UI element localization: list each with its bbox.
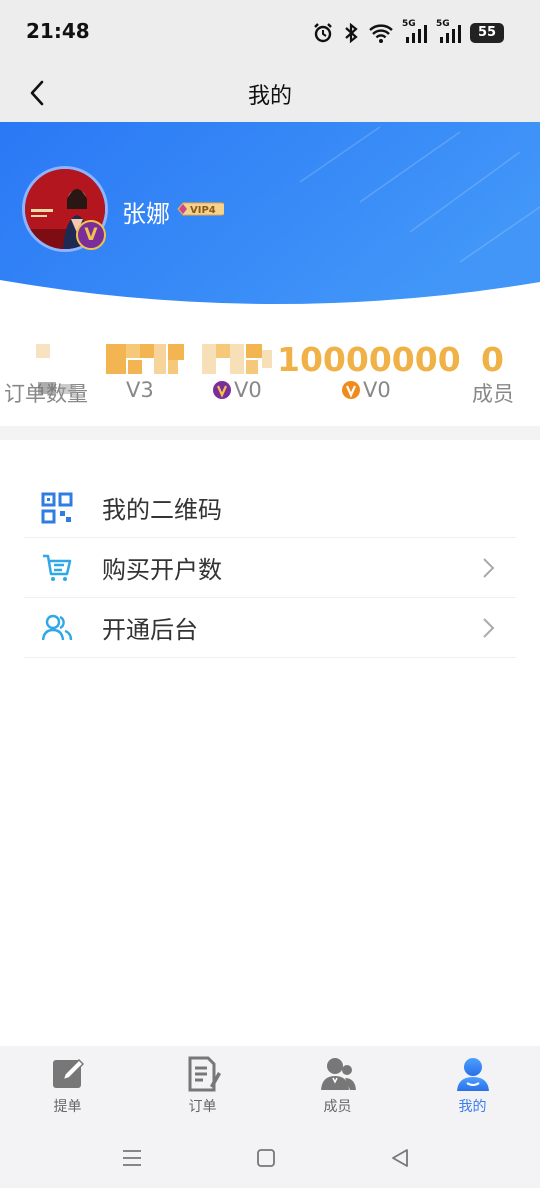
stats-row: 订单数量 V3 V0 10000000 V0 0 成员 bbox=[0, 330, 540, 422]
stat-label: V0 bbox=[341, 378, 391, 402]
document-icon bbox=[188, 1056, 221, 1092]
square-icon bbox=[257, 1149, 275, 1167]
tab-label: 提单 bbox=[53, 1099, 82, 1115]
menu-item-label: 开通后台 bbox=[102, 616, 198, 644]
edit-icon bbox=[52, 1058, 84, 1088]
tab-members[interactable]: 成员 bbox=[270, 1046, 405, 1126]
nav-bar: 我的 bbox=[0, 64, 540, 122]
tab-label: 我的 bbox=[458, 1099, 487, 1115]
menu-lines-icon bbox=[123, 1150, 141, 1166]
menu-item-label: 购买开户数 bbox=[102, 556, 222, 584]
signal-icon: 5G bbox=[402, 19, 428, 45]
tab-bar: 提单 订单 成员 我的 bbox=[0, 1046, 540, 1126]
redacted-value bbox=[106, 344, 186, 374]
tab-mine[interactable]: 我的 bbox=[405, 1046, 540, 1126]
signal-icon-2: 5G bbox=[436, 19, 462, 45]
menu-item-buy-accounts[interactable]: 购买开户数 bbox=[24, 538, 516, 598]
v-level-icon bbox=[342, 381, 360, 399]
menu-item-qr-code[interactable]: 我的二维码 bbox=[24, 478, 516, 538]
stat-label: V0 bbox=[212, 378, 262, 402]
redacted-value bbox=[202, 344, 272, 374]
menu-button[interactable] bbox=[114, 1140, 150, 1176]
page-title: 我的 bbox=[247, 84, 292, 109]
stat-label: 成员 bbox=[472, 382, 514, 406]
tab-label: 成员 bbox=[323, 1099, 352, 1115]
triangle-back-icon bbox=[392, 1149, 408, 1167]
chevron-right-icon bbox=[483, 618, 495, 638]
vip-badge-icon: VIP4 bbox=[177, 202, 228, 216]
home-button[interactable] bbox=[248, 1140, 284, 1176]
v-badge-icon: V bbox=[76, 220, 106, 250]
qr-code-icon bbox=[40, 491, 74, 525]
wifi-icon bbox=[369, 24, 393, 43]
alarm-icon bbox=[314, 23, 332, 43]
redacted-label bbox=[38, 382, 78, 394]
vip-badge-text: VIP4 bbox=[190, 205, 216, 216]
menu-item-open-backend[interactable]: 开通后台 bbox=[24, 598, 516, 658]
stat-value: 0 bbox=[481, 340, 504, 379]
chevron-right-icon bbox=[483, 558, 495, 578]
tab-orders[interactable]: 订单 bbox=[135, 1046, 270, 1126]
vip-badge: VIP4 bbox=[176, 200, 228, 218]
profile-banner: V 张娜 VIP4 bbox=[0, 122, 540, 318]
bluetooth-icon bbox=[345, 22, 358, 44]
battery-icon: 55 bbox=[470, 23, 504, 43]
stat-value: 10000000 bbox=[277, 340, 461, 379]
redacted-value bbox=[36, 344, 50, 358]
menu-list: 我的二维码 购买开户数 开通后台 bbox=[24, 478, 516, 658]
status-time: 21:48 bbox=[26, 19, 90, 43]
stat-label: V3 bbox=[126, 378, 154, 402]
cart-icon bbox=[40, 551, 74, 585]
tab-label: 订单 bbox=[188, 1099, 217, 1115]
person-icon bbox=[456, 1058, 489, 1091]
status-bar: 21:48 5G 5G 55 bbox=[0, 0, 540, 64]
members-icon bbox=[320, 1058, 356, 1090]
system-back-button[interactable] bbox=[382, 1140, 418, 1176]
system-nav-bar bbox=[0, 1126, 540, 1188]
v-level-icon bbox=[213, 381, 231, 399]
section-divider bbox=[0, 426, 540, 440]
menu-item-label: 我的二维码 bbox=[102, 496, 222, 524]
status-icons: 5G 5G 55 bbox=[312, 19, 504, 46]
tab-submit-order[interactable]: 提单 bbox=[0, 1046, 135, 1126]
username: 张娜 bbox=[122, 200, 170, 228]
users-icon bbox=[40, 611, 74, 645]
